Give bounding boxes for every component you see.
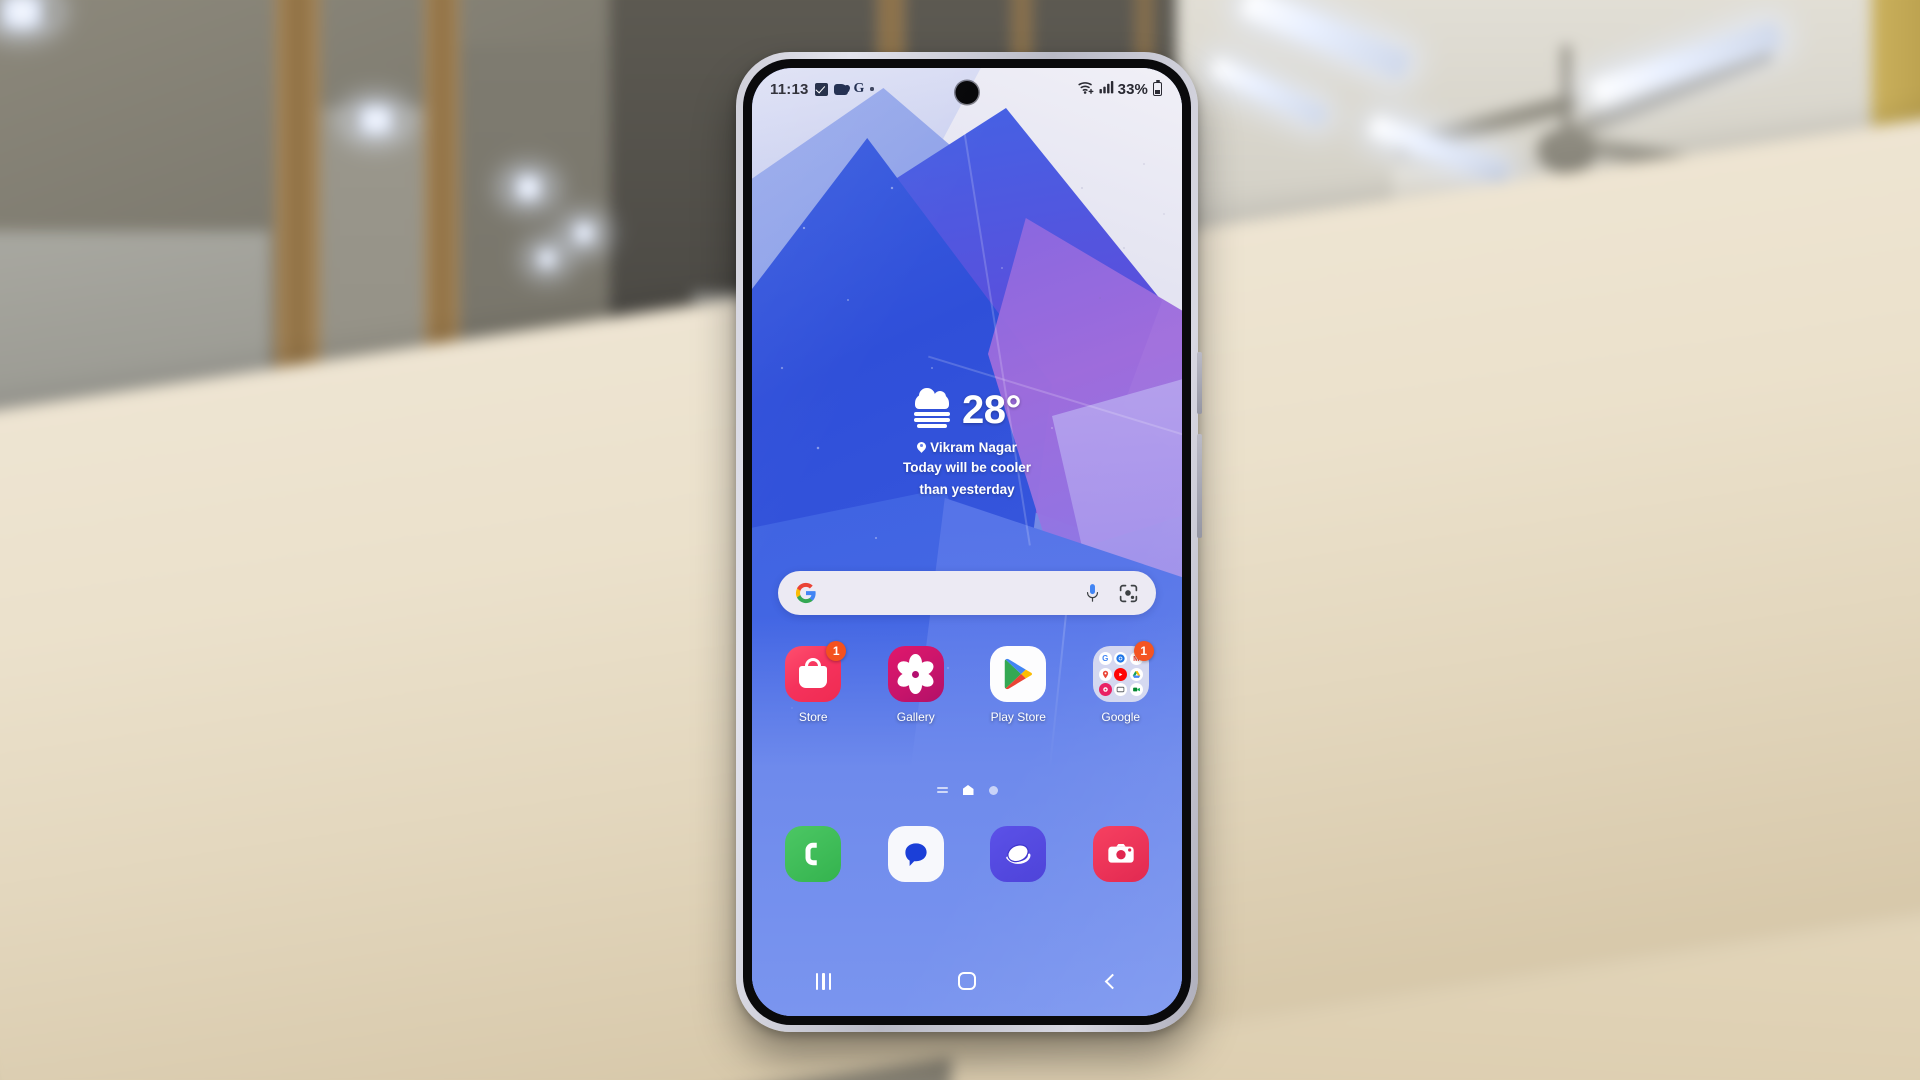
app-play-store[interactable]: Play Store	[975, 646, 1061, 724]
status-bar-right: 33%	[1078, 79, 1162, 99]
status-time: 11:13	[770, 80, 809, 98]
app-gallery[interactable]: Gallery	[873, 646, 959, 724]
mail-icon	[833, 83, 848, 95]
google-folder-badge: 1	[1133, 641, 1154, 661]
recents-button[interactable]	[789, 961, 859, 1001]
weather-description-line2: than yesterday	[919, 481, 1015, 497]
volume-button[interactable]	[1197, 434, 1202, 538]
camera-icon[interactable]	[1092, 826, 1149, 882]
page-indicator[interactable]	[752, 785, 1182, 795]
page-dot-icon[interactable]	[988, 785, 998, 795]
app-label-store: Store	[798, 710, 828, 724]
recessed-light	[533, 249, 561, 269]
recessed-light	[568, 222, 600, 244]
phone-device: 11:13 G 33% 28° Vikram Nagar Today will …	[736, 52, 1202, 1032]
recessed-light	[350, 105, 402, 135]
dock-app-camera[interactable]	[1078, 826, 1164, 882]
chrome-icon	[1114, 652, 1128, 665]
google-lens-icon[interactable]	[1118, 583, 1139, 604]
power-button[interactable]	[1197, 352, 1202, 414]
messages-icon[interactable]	[887, 826, 944, 882]
recents-icon	[816, 972, 832, 990]
home-icon	[957, 972, 976, 990]
search-input[interactable]	[817, 585, 1084, 601]
app-google-folder[interactable]: G M 1 Google	[1078, 641, 1164, 724]
weather-widget[interactable]: 28° Vikram Nagar Today will be cooler th…	[752, 388, 1182, 499]
photos-icon	[1098, 683, 1112, 696]
weather-location-row: Vikram Nagar	[752, 440, 1182, 455]
status-bar-left: 11:13 G	[770, 81, 874, 98]
app-label-play-store: Play Store	[990, 710, 1046, 724]
weather-temperature: 28°	[962, 388, 1022, 432]
home-page-icon[interactable]	[962, 785, 974, 795]
store-badge: 1	[826, 641, 847, 661]
search-bar-actions	[1084, 583, 1139, 604]
phone-bezel: 11:13 G 33% 28° Vikram Nagar Today will …	[743, 59, 1191, 1025]
gallery-icon[interactable]	[887, 646, 944, 702]
back-button[interactable]	[1075, 961, 1145, 1001]
dock-app-messages[interactable]	[873, 826, 959, 882]
home-button[interactable]	[932, 961, 1002, 1001]
google-folder-icon-wrap[interactable]: G M 1	[1092, 641, 1154, 702]
dock-app-phone[interactable]	[770, 826, 856, 882]
weather-location: Vikram Nagar	[930, 440, 1017, 455]
location-pin-icon	[917, 442, 926, 454]
app-label-google: Google	[1101, 710, 1141, 724]
front-camera-punch-hole	[955, 81, 979, 104]
microphone-icon[interactable]	[1084, 583, 1101, 603]
phone-icon[interactable]	[785, 826, 842, 882]
phone-screen[interactable]: 11:13 G 33% 28° Vikram Nagar Today will …	[752, 68, 1182, 1016]
wifi-plus-icon	[1078, 80, 1095, 99]
app-list-icon[interactable]	[936, 786, 948, 794]
dock-bar	[762, 826, 1172, 882]
internet-icon[interactable]	[990, 826, 1047, 882]
battery-icon	[1153, 79, 1162, 96]
maps-icon	[1098, 667, 1112, 681]
google-g-icon	[795, 582, 817, 604]
drive-icon	[1129, 667, 1143, 681]
weather-main-row: 28°	[752, 388, 1182, 432]
ceiling-fan-hub	[1536, 127, 1597, 174]
google-icon: G	[853, 81, 865, 96]
play-store-icon-wrap[interactable]	[990, 646, 1047, 702]
back-icon	[1105, 973, 1121, 989]
youtube-icon	[1114, 667, 1128, 681]
google-tv-icon	[1114, 683, 1128, 696]
dock-app-internet[interactable]	[975, 826, 1061, 882]
app-store[interactable]: 1 Store	[770, 641, 856, 724]
google-icon: G	[1098, 652, 1112, 665]
cellular-signal-icon	[1099, 80, 1114, 98]
meet-icon	[1129, 683, 1143, 696]
weather-description-line1: Today will be cooler	[902, 460, 1032, 475]
home-app-grid: 1 Store Gallery Play Store G M 1 Google	[762, 641, 1172, 724]
folder-mini-grid: G M	[1098, 652, 1143, 696]
dot-icon	[870, 87, 874, 91]
battery-percent: 33%	[1117, 80, 1148, 98]
store-icon-wrap[interactable]: 1	[785, 641, 847, 702]
navigation-bar	[752, 958, 1182, 1004]
haze-cloud-icon	[913, 388, 953, 428]
app-label-gallery: Gallery	[896, 710, 935, 724]
google-search-bar[interactable]	[778, 571, 1156, 615]
checkbox-icon	[814, 82, 828, 96]
recessed-light	[508, 175, 548, 201]
gallery-icon-wrap[interactable]	[887, 646, 944, 702]
play-store-icon[interactable]	[990, 646, 1047, 702]
